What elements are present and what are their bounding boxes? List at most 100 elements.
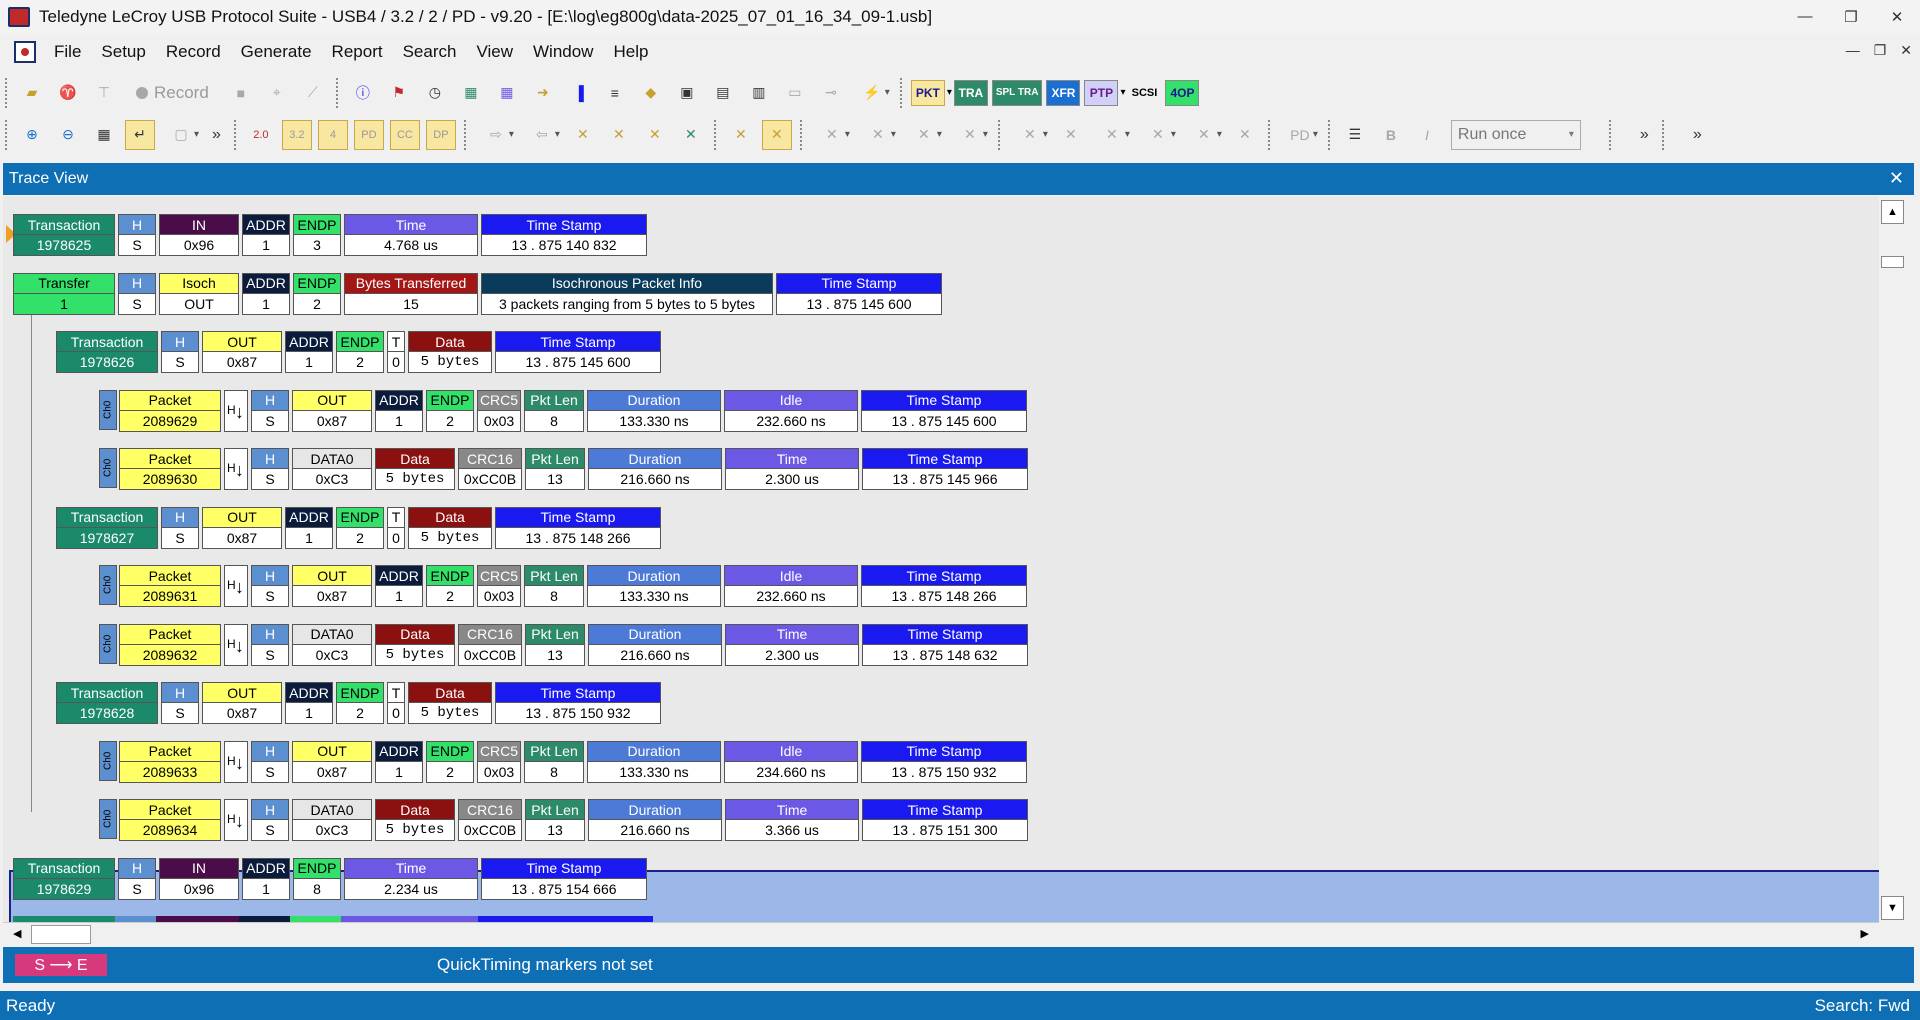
- stop-icon[interactable]: ■: [226, 78, 256, 108]
- field-addr[interactable]: ADDR 1: [285, 331, 333, 373]
- level-icon[interactable]: ≡: [600, 78, 630, 108]
- toolbar-grip[interactable]: [899, 77, 904, 108]
- field-time[interactable]: Time 2.300 us: [725, 448, 859, 490]
- menu-record[interactable]: Record: [156, 42, 231, 62]
- field-addr[interactable]: ADDR 1: [242, 272, 290, 315]
- field-hs[interactable]: HS: [118, 272, 156, 315]
- menu-view[interactable]: View: [466, 42, 523, 62]
- field-hs[interactable]: HS: [251, 799, 289, 841]
- field-endp[interactable]: ENDP 8: [293, 857, 341, 900]
- power-icon[interactable]: ⚡: [852, 78, 892, 108]
- field-ts[interactable]: Time Stamp 13 . 875 150 932: [861, 740, 1027, 783]
- field-endp[interactable]: ENDP 2: [336, 331, 384, 373]
- field-ts[interactable]: Time Stamp 13 . 875 140 832: [481, 214, 647, 256]
- field-out[interactable]: OUT 0x87: [202, 682, 282, 724]
- data-view-icon[interactable]: ▦: [492, 78, 522, 108]
- packet-record[interactable]: Ch0 Packet 2089633 H ↓ H S OUT 0x87 ADDR 1 ENDP 2 CRC…: [99, 740, 1030, 783]
- field-hs[interactable]: HS: [161, 506, 199, 549]
- scroll-thumb[interactable]: [31, 925, 91, 944]
- realtime-stats-icon[interactable]: ⟋: [298, 78, 328, 108]
- timing-icon[interactable]: ◷: [420, 78, 450, 108]
- bold-icon[interactable]: B: [1376, 120, 1406, 150]
- traffic-summary-icon[interactable]: ▦: [456, 78, 486, 108]
- packet-record[interactable]: Ch0 Packet 2089632 H ↓ H S DATA0 0xC3 Data 5 bytes…: [99, 623, 1031, 666]
- ptp-dropdown-icon[interactable]: ▾: [1120, 87, 1125, 98]
- field-ts[interactable]: Time Stamp 13 . 875 145 600: [495, 331, 661, 373]
- field-endp[interactable]: ENDP 2: [336, 682, 384, 724]
- transaction-record[interactable]: Transaction 1978626 H S OUT 0x87 ADDR 1 ENDP 2 T 0 D…: [56, 331, 664, 373]
- packet-record[interactable]: Ch0 Packet 2089629 H ↓ H S OUT 0x87 ADDR 1 ENDP 2 CRC…: [99, 389, 1030, 432]
- mdi-restore-icon[interactable]: ❐: [1874, 42, 1887, 59]
- field-endp[interactable]: ENDP 3: [293, 214, 341, 256]
- dp-icon[interactable]: DP: [425, 119, 456, 150]
- decode-view-icon[interactable]: ▦: [89, 120, 119, 150]
- zero-time-icon[interactable]: ⌖: [262, 78, 292, 108]
- field-pkt[interactable]: Packet 2089631: [119, 565, 221, 607]
- field-crc16[interactable]: CRC16 0xCC0B: [458, 623, 522, 666]
- protocol-4op-button[interactable]: 4OP: [1165, 79, 1200, 106]
- field-dur[interactable]: Duration 216.660 ns: [588, 623, 722, 666]
- toolbar-grip[interactable]: [713, 119, 718, 150]
- field-crc16[interactable]: CRC16 0xCC0B: [458, 799, 522, 841]
- hide-misc-icon[interactable]: ✕: [950, 120, 990, 150]
- hide-idle-icon[interactable]: ✕: [761, 119, 792, 150]
- hide-be-icon[interactable]: ✕: [904, 120, 944, 150]
- field-out[interactable]: OUT 0x87: [202, 331, 282, 373]
- hide-misc2-icon[interactable]: ✕: [1184, 120, 1224, 150]
- field-xfer[interactable]: Transfer 1: [13, 272, 115, 315]
- recording-options-icon[interactable]: ♈: [53, 78, 83, 108]
- field-data[interactable]: Data 5 bytes: [375, 799, 455, 841]
- field-dur[interactable]: Duration 133.330 ns: [587, 389, 721, 432]
- protocol-xfr-button[interactable]: XFR: [1046, 79, 1081, 106]
- hide-hs-icon[interactable]: ✕: [1056, 120, 1086, 150]
- field-dur[interactable]: Duration 133.330 ns: [587, 565, 721, 607]
- field-ts[interactable]: Time Stamp 13 . 875 150 932: [495, 682, 661, 724]
- menu-setup[interactable]: Setup: [91, 42, 155, 62]
- field-time[interactable]: Time 2.234 us: [344, 857, 478, 900]
- field-hs[interactable]: HS: [251, 623, 289, 666]
- vertical-scrollbar[interactable]: ▲ ▼: [1879, 196, 1906, 922]
- field-ts[interactable]: Time Stamp 13 . 875 145 600: [861, 389, 1027, 432]
- field-hs[interactable]: HS: [251, 448, 289, 490]
- protocol-scsi-button[interactable]: SCSI: [1127, 79, 1162, 106]
- field-trans[interactable]: Transaction 1978628: [56, 682, 158, 724]
- field-pktlen[interactable]: Pkt Len 13: [525, 448, 585, 490]
- info-icon[interactable]: ⓘ: [348, 78, 378, 108]
- scroll-up-icon[interactable]: ▲: [1881, 200, 1904, 224]
- packet-record[interactable]: Ch0 Packet 2089631 H ↓ H S OUT 0x87 ADDR 1 ENDP 2 CRC…: [99, 565, 1030, 607]
- field-idle[interactable]: Idle 232.660 ns: [724, 565, 858, 607]
- field-idle[interactable]: Idle 232.660 ns: [724, 389, 858, 432]
- protocol-tra-button[interactable]: TRA: [953, 79, 988, 106]
- field-addr[interactable]: ADDR 1: [285, 682, 333, 724]
- close-icon[interactable]: ✕: [1874, 0, 1920, 33]
- packet-record[interactable]: Ch0 Packet 2089634 H ↓ H S DATA0 0xC3 Data 5 bytes…: [99, 799, 1031, 841]
- field-data[interactable]: Data 5 bytes: [408, 331, 492, 373]
- grid-icon[interactable]: ▤: [708, 78, 738, 108]
- field-out[interactable]: OUT 0x87: [292, 389, 372, 432]
- transaction-record[interactable]: Transaction 1978627 H S OUT 0x87 ADDR 1 ENDP 2 T 0 D…: [56, 506, 664, 549]
- hide-sof-packets-icon[interactable]: ✕: [726, 120, 756, 150]
- field-bytes[interactable]: Bytes Transferred 15: [344, 272, 478, 315]
- field-idle[interactable]: Idle 234.660 ns: [724, 740, 858, 783]
- open-folder-icon[interactable]: ▰: [17, 78, 47, 108]
- field-hs[interactable]: HS: [251, 565, 289, 607]
- hide-ts-icon[interactable]: ✕: [812, 120, 852, 150]
- quicktiming-se-button[interactable]: S ⟶ E: [15, 954, 107, 976]
- toolbar-grip[interactable]: [463, 119, 468, 150]
- field-trans[interactable]: Transaction 1978629: [13, 857, 115, 900]
- field-hs[interactable]: HS: [251, 389, 289, 432]
- hide-xfr-icon[interactable]: ✕: [604, 120, 634, 150]
- pd-filter-icon[interactable]: PD: [1280, 120, 1320, 150]
- field-t[interactable]: T0: [387, 331, 405, 373]
- wrap-icon[interactable]: ↵: [125, 119, 155, 150]
- toolbar-grip[interactable]: [799, 119, 804, 150]
- hide-nak-icon[interactable]: ✕: [640, 120, 670, 150]
- format-icon[interactable]: ▢: [161, 120, 201, 150]
- protocol-pkt-button[interactable]: PKT: [910, 79, 945, 106]
- filter-bars-icon[interactable]: ☰: [1340, 120, 1370, 150]
- field-time[interactable]: Time 2.300 us: [725, 623, 859, 666]
- field-hs[interactable]: HS: [251, 740, 289, 783]
- field-pktlen[interactable]: Pkt Len 13: [525, 623, 585, 666]
- field-time[interactable]: Time 3.366 us: [725, 799, 859, 841]
- field-time[interactable]: Time 4.768 us: [344, 214, 478, 256]
